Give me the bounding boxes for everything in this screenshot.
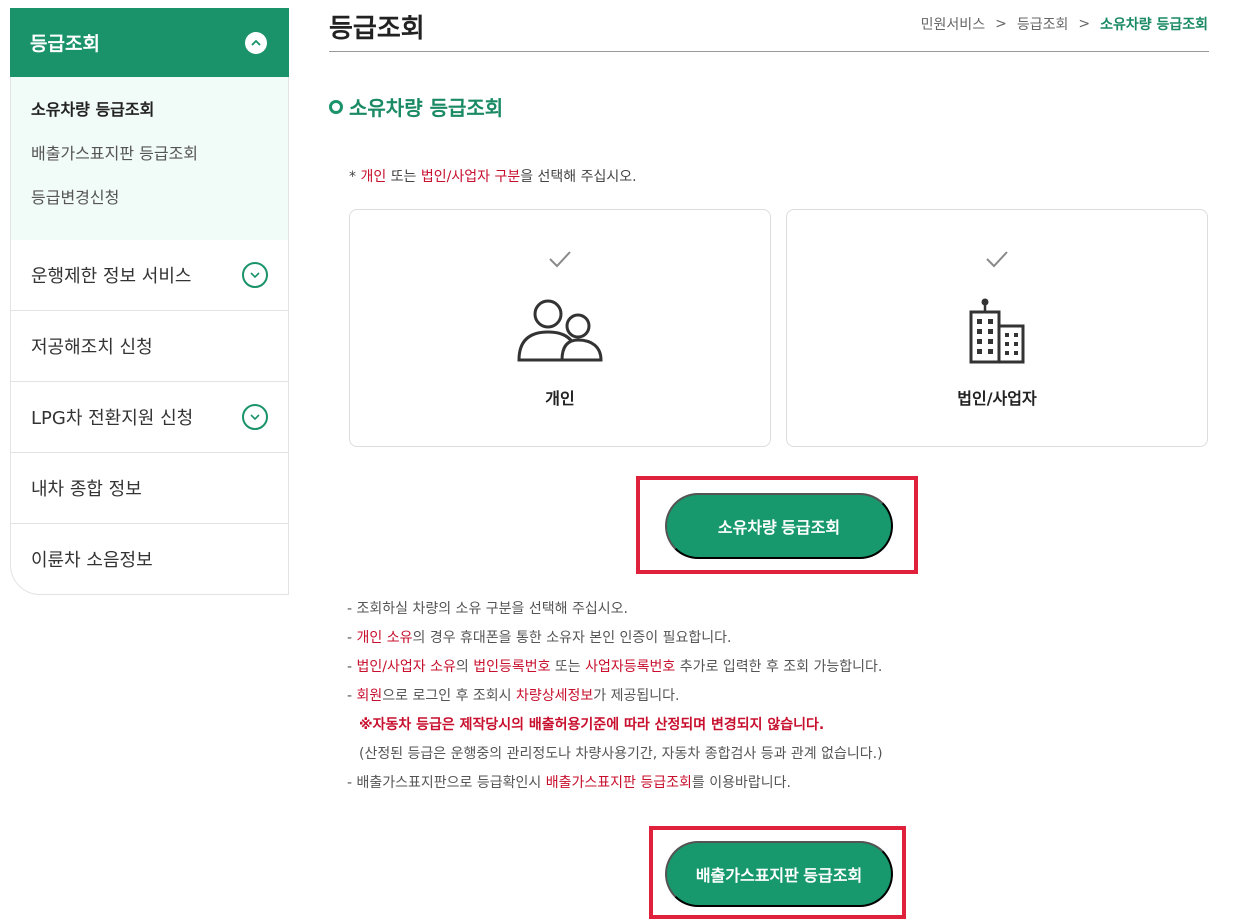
note-warning-text: ※자동차 등급은 제작당시의 배출허용기준에 따라 산정되며 변경되지 않습니다… [359, 717, 825, 733]
note-item: - 회원으로 로그인 후 조회시 차량상세정보가 제공됩니다. [347, 685, 883, 714]
instruction-individual: 개인 [360, 169, 387, 185]
sidebar-item-my-car-info[interactable]: 내차 종합 정보 [10, 453, 289, 524]
sidebar-item-label: 저공해조치 신청 [31, 337, 153, 358]
breadcrumb-item[interactable]: 민원서비스 [921, 14, 985, 34]
plate-grade-inquiry-button[interactable]: 배출가스표지판 등급조회 [665, 841, 893, 907]
title-divider [329, 51, 1209, 52]
chevron-down-icon[interactable] [242, 404, 268, 430]
note-text: - 배출가스표지판으로 등급확인시 [347, 775, 546, 791]
vehicle-grade-inquiry-button[interactable]: 소유차량 등급조회 [665, 493, 893, 559]
corporate-option-card[interactable]: 법인/사업자 [786, 209, 1208, 447]
sidebar-item-label: 이륜차 소음정보 [31, 550, 153, 571]
chevron-down-icon[interactable] [242, 262, 268, 288]
note-text: 가 제공됩니다. [593, 688, 680, 704]
instruction-suffix: 을 선택해 주십시오. [520, 169, 637, 185]
sidebar-item-label: 운행제한 정보 서비스 [31, 266, 192, 287]
note-highlight: 개인 소유 [356, 630, 413, 646]
check-icon [985, 250, 1009, 272]
sidebar-item-label: 내차 종합 정보 [31, 479, 142, 500]
sidebar-item-lpg-conversion[interactable]: LPG차 전환지원 신청 [10, 382, 289, 453]
breadcrumb: 민원서비스 > 등급조회 > 소유차량 등급조회 [921, 14, 1208, 34]
breadcrumb-current: 소유차량 등급조회 [1100, 17, 1208, 33]
section-title: 소유차량 등급조회 [329, 92, 503, 121]
note-text: 를 이용바랍니다. [691, 775, 791, 791]
sidebar-item-label: LPG차 전환지원 신청 [31, 408, 194, 429]
check-icon [548, 250, 572, 272]
breadcrumb-separator: > [1078, 16, 1091, 32]
sidebar-header-grade-inquiry[interactable]: 등급조회 [10, 8, 289, 77]
notes-list: - 조회하실 차량의 소유 구분을 선택해 주십시오. - 개인 소유의 경우 … [347, 598, 883, 801]
individual-option-card[interactable]: 개인 [349, 209, 771, 447]
note-highlight: 법인/사업자 소유 [356, 659, 456, 675]
note-text: 의 경우 휴대폰을 통한 소유자 본인 인증이 필요합니다. [412, 630, 732, 646]
page-title: 등급조회 [329, 14, 425, 44]
sidebar-item-motorcycle-noise[interactable]: 이륜차 소음정보 [10, 524, 289, 595]
note-highlight: 회원 [356, 688, 383, 704]
breadcrumb-separator: > [995, 16, 1007, 32]
section-title-text: 소유차량 등급조회 [349, 96, 504, 120]
sidebar-subitem-grade-change[interactable]: 등급변경신청 [31, 183, 288, 227]
note-highlight: 사업자등록번호 [585, 659, 676, 675]
selection-instruction: * 개인 또는 법인/사업자 구분을 선택해 주십시오. [349, 166, 637, 186]
note-item: - 개인 소유의 경우 휴대폰을 통한 소유자 본인 인증이 필요합니다. [347, 627, 883, 656]
note-item: - 법인/사업자 소유의 법인등록번호 또는 사업자등록번호 추가로 입력한 후… [347, 656, 883, 685]
people-icon [516, 298, 604, 368]
note-link-plate-grade[interactable]: 배출가스표지판 등급조회 [546, 775, 692, 791]
sidebar-subitem-plate-grade[interactable]: 배출가스표지판 등급조회 [31, 139, 288, 183]
sidebar-header-label: 등급조회 [30, 33, 100, 55]
chevron-up-icon[interactable] [245, 31, 267, 54]
note-highlight: 차량상세정보 [516, 688, 594, 704]
note-item: (산정된 등급은 운행중의 관리정도나 차량사용기간, 자동차 종합검사 등과 … [347, 743, 883, 772]
note-text: - 조회하실 차량의 소유 구분을 선택해 주십시오. [347, 601, 628, 617]
note-dash: - [347, 659, 357, 675]
sidebar-subitem-vehicle-grade[interactable]: 소유차량 등급조회 [31, 95, 288, 139]
note-item: - 배출가스표지판으로 등급확인시 배출가스표지판 등급조회를 이용바랍니다. [347, 772, 883, 801]
note-highlight: 법인등록번호 [473, 659, 551, 675]
note-item: - 조회하실 차량의 소유 구분을 선택해 주십시오. [347, 598, 883, 627]
individual-label: 개인 [545, 389, 575, 408]
note-dash: - [347, 688, 357, 704]
breadcrumb-item[interactable]: 등급조회 [1017, 14, 1069, 34]
sidebar-item-low-emission[interactable]: 저공해조치 신청 [10, 311, 289, 382]
instruction-or: 또는 [386, 169, 421, 185]
note-text: 추가로 입력한 후 조회 가능합니다. [675, 659, 883, 675]
note-text: 또는 [550, 659, 586, 675]
note-warning: ※자동차 등급은 제작당시의 배출허용기준에 따라 산정되며 변경되지 않습니다… [347, 714, 883, 743]
note-text: (산정된 등급은 운행중의 관리정도나 차량사용기간, 자동차 종합검사 등과 … [359, 746, 883, 762]
sidebar: 등급조회 소유차량 등급조회 배출가스표지판 등급조회 등급변경신청 운행제한 … [10, 8, 289, 595]
note-dash: - [347, 630, 357, 646]
building-icon [953, 298, 1041, 368]
circle-bullet-icon [329, 99, 343, 114]
sidebar-item-driving-restriction[interactable]: 운행제한 정보 서비스 [10, 240, 289, 311]
note-text: 의 [455, 659, 474, 675]
instruction-corporate: 법인/사업자 구분 [420, 169, 521, 185]
sidebar-submenu: 소유차량 등급조회 배출가스표지판 등급조회 등급변경신청 [10, 77, 289, 240]
corporate-label: 법인/사업자 [957, 389, 1037, 408]
note-text: 으로 로그인 후 조회시 [382, 688, 517, 704]
instruction-prefix: * [349, 169, 361, 185]
